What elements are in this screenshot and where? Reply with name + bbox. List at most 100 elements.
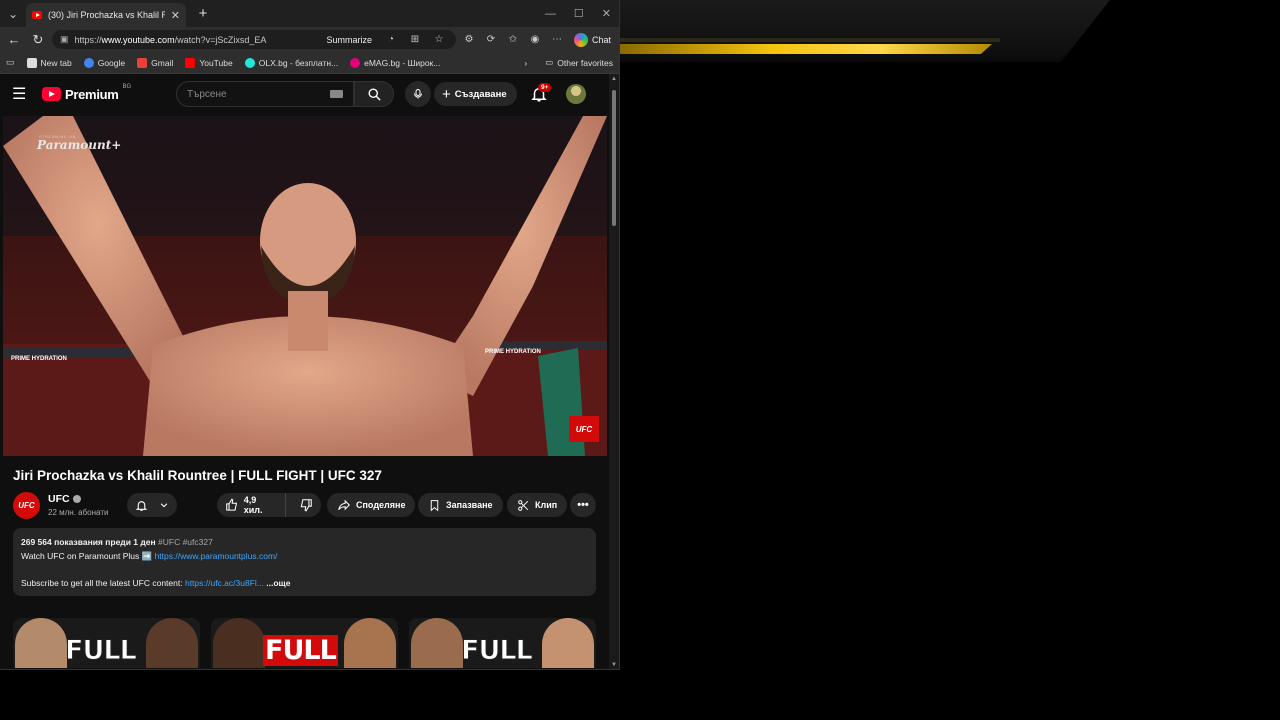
back-icon[interactable]: ← [4,32,24,47]
copilot-chat-button[interactable]: Chat [570,32,615,47]
video-frame-image [3,116,607,456]
search-input[interactable] [187,88,317,100]
scroll-down-icon[interactable]: ▼ [610,662,618,668]
hashtags[interactable]: #UFC #ufc327 [158,537,213,547]
save-label: Запазване [446,500,493,510]
background-banner-dark-stripe [620,38,1000,42]
bookmark-youtube[interactable]: YouTube [185,57,233,68]
fighter-face-left [213,618,265,668]
favorite-star-icon[interactable]: ☆ [430,34,448,45]
logo-country-code: BG [122,84,132,90]
url-field[interactable]: ▣ https://www.youtube.com/watch?v=jScZix… [52,30,456,49]
browser-tab-active[interactable]: (30) Jiri Prochazka vs Khalil Rountree ✕ [26,3,186,27]
video-title: Jiri Prochazka vs Khalil Rountree | FULL… [13,468,382,483]
channel-avatar[interactable]: UFC [13,492,40,519]
video-player[interactable]: STREAMING ON Paramount+ PRIME HYDRATION … [3,116,607,456]
bookmark-google[interactable]: Google [83,57,125,68]
paramount-link[interactable]: https://www.paramountplus.com/ [155,551,278,561]
fighter-face-right [344,618,396,668]
bookmark-icon [430,499,439,511]
dislike-button[interactable] [291,493,321,517]
lock-icon[interactable]: ▣ [60,34,69,45]
tab-actions-chevron-icon[interactable]: ⌄ [0,0,26,27]
youtube-masthead: ☰ Premium BG + Създаване [0,74,619,114]
bookmark-olx[interactable]: OLX.bg - безплатн... [244,57,338,68]
chevron-down-icon [160,503,168,508]
search-button[interactable] [354,81,394,107]
save-button[interactable]: Запазване [418,493,503,517]
window-controls: — ☐ ✕ [545,0,611,27]
user-avatar[interactable] [566,84,586,104]
sponsor-banner-right: PRIME HYDRATION [485,349,541,355]
refresh-icon[interactable]: ↻ [28,32,48,48]
more-menu-icon[interactable]: ⋯ [548,34,566,45]
page-icon [26,57,37,68]
other-favorites-folder[interactable]: › ▭ Other favorites [524,57,613,68]
channel-name[interactable]: UFC [48,493,81,505]
gmail-icon [137,57,148,68]
bookmark-emag[interactable]: eMAG.bg - Широк... [350,57,440,68]
tab-strip: ⌄ (30) Jiri Prochazka vs Khalil Rountree… [0,0,619,27]
verified-badge-icon [72,495,81,504]
like-count: 4,9 хил. [243,495,263,515]
related-video-thumbnail[interactable]: FULL [409,618,596,668]
paramount-plus-watermark: Paramount+ [37,138,122,152]
favorites-icon[interactable]: ✩ [504,34,522,45]
clip-button[interactable]: Клип [507,493,568,517]
share-icon [338,499,350,511]
fighter-face-right [146,618,198,668]
address-bar-row: ← ↻ ▣ https://www.youtube.com/watch?v=jS… [0,27,619,52]
youtube-logo-icon [42,87,61,101]
page-scrollbar[interactable]: ▲ ▼ [609,74,619,669]
related-video-thumbnail[interactable]: FULL [211,618,398,668]
sidebar-toggle-icon[interactable]: ▭ [6,57,15,68]
thumbs-down-icon [300,499,312,512]
folder-icon: ▭ [545,57,554,67]
share-button[interactable]: Споделяне [327,493,416,517]
keyboard-icon[interactable] [330,90,343,98]
description-stats-line: 269 564 показвания преди 1 ден #UFC #ufc… [21,536,588,550]
bookmark-gmail[interactable]: Gmail [137,57,173,68]
scrollbar-thumb[interactable] [612,90,616,226]
microphone-icon [414,89,422,99]
url-text: https://www.youtube.com/watch?v=jScZixsd… [74,34,267,45]
bookmark-new-tab[interactable]: New tab [26,57,72,68]
view-count-and-date: 269 564 показвания преди 1 ден [21,537,156,547]
sponsor-banner-left: PRIME HYDRATION [11,356,67,362]
like-button[interactable]: 4,9 хил. [217,493,286,517]
ufc-subscribe-link[interactable]: https://ufc.ac/3u8Fl... [185,578,264,588]
more-actions-icon[interactable]: ••• [570,493,596,517]
bell-icon [135,500,148,511]
profile-sync-icon[interactable]: ⟳ [482,34,500,45]
description-line: Watch UFC on Paramount Plus ➡️ https://w… [21,550,278,561]
youtube-premium-logo[interactable]: Premium BG [42,84,132,102]
extensions-icon[interactable]: ⚙ [460,34,478,45]
browser-profile-icon[interactable]: ◉ [526,34,544,45]
video-description[interactable]: 269 564 показвания преди 1 ден #UFC #ufc… [13,528,596,596]
scroll-up-icon[interactable]: ▲ [610,76,618,82]
subscription-notifications-button[interactable] [127,493,177,517]
voice-search-button[interactable] [405,81,431,107]
youtube-page: ☰ Premium BG + Създаване [0,74,619,669]
google-icon [83,57,94,68]
search-box[interactable] [176,81,354,107]
tab-title: (30) Jiri Prochazka vs Khalil Rountree [48,10,165,20]
maximize-icon[interactable]: ☐ [574,7,584,20]
hamburger-menu-icon[interactable]: ☰ [12,84,38,104]
read-aloud-icon[interactable]: ◔ [382,34,400,45]
bookmarks-overflow-chevron-icon[interactable]: › [524,58,527,68]
summarize-button[interactable]: Summarize [326,35,376,45]
related-video-thumbnail[interactable]: FULL [13,618,200,668]
create-label: Създаване [454,88,507,100]
split-screen-icon[interactable]: ⊞ [406,34,424,45]
tab-close-icon[interactable]: ✕ [171,9,180,22]
close-window-icon[interactable]: ✕ [602,7,611,20]
show-more-button[interactable]: ...още [266,578,290,588]
thumbnail-label: FULL [263,635,338,666]
notification-count-badge: 9+ [538,83,552,92]
youtube-icon [185,57,196,68]
new-tab-button[interactable]: + [192,5,214,22]
plus-icon: + [442,85,451,103]
minimize-icon[interactable]: — [545,8,556,20]
create-button[interactable]: + Създаване [434,82,517,106]
